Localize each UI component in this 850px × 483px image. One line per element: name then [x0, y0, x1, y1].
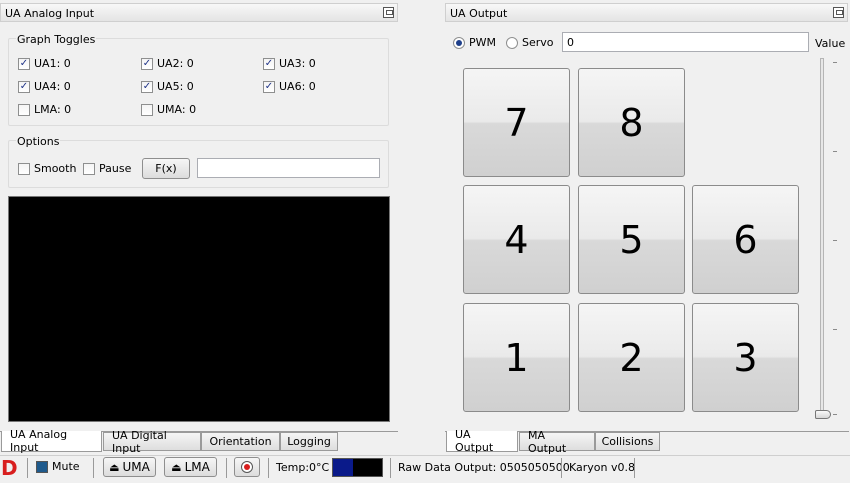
status-bar-divider [0, 455, 850, 456]
radio-icon [506, 36, 518, 49]
pwm-radio[interactable]: PWM [453, 36, 496, 49]
keypad-5-button[interactable]: 5 [578, 185, 685, 294]
pause-checkbox[interactable]: Pause [83, 162, 131, 175]
slider-tick [833, 151, 837, 152]
checkbox-icon: ✓ [263, 57, 275, 70]
ua6-toggle[interactable]: ✓ UA6: 0 [263, 80, 316, 93]
status-separator [634, 458, 635, 478]
checkbox-icon [18, 162, 30, 175]
checkbox-icon: ✓ [141, 80, 153, 93]
record-icon [241, 461, 253, 473]
temperature-label: Temp:0°C [276, 461, 330, 474]
keypad-6-button[interactable]: 6 [692, 185, 799, 294]
keypad-2-button[interactable]: 2 [578, 303, 685, 412]
lma-button[interactable]: ⏏ LMA [164, 457, 217, 477]
radio-selected-icon [453, 36, 465, 49]
ua4-toggle[interactable]: ✓ UA4: 0 [18, 80, 71, 93]
value-label: Value [815, 37, 846, 50]
dock-title-label: UA Output [450, 7, 508, 20]
record-button[interactable] [234, 457, 260, 477]
fx-input[interactable] [197, 158, 380, 178]
ua3-toggle[interactable]: ✓ UA3: 0 [263, 57, 316, 70]
mute-checkbox[interactable]: Mute [36, 460, 80, 473]
keypad-4-button[interactable]: 4 [463, 185, 570, 294]
dock-title-label: UA Analog Input [5, 7, 95, 20]
options-title: Options [16, 135, 61, 148]
slider-tick [833, 62, 837, 63]
temperature-bar [332, 458, 383, 477]
ua1-toggle[interactable]: ✓ UA1: 0 [18, 57, 71, 70]
raw-data-output: Raw Data Output: 0505050500 [398, 461, 570, 474]
ua-analog-input-dock-title[interactable]: UA Analog Input [0, 3, 398, 22]
checkbox-icon [36, 460, 48, 473]
graph-toggles-title: Graph Toggles [16, 33, 97, 46]
checkbox-icon [83, 162, 95, 175]
app-logo: D [1, 456, 18, 480]
slider-tick [833, 329, 837, 330]
checkbox-icon: ✓ [141, 57, 153, 70]
uma-toggle[interactable]: UMA: 0 [141, 103, 196, 116]
status-separator [561, 458, 562, 478]
tab-logging[interactable]: Logging [280, 432, 338, 451]
tab-ua-digital-input[interactable]: UA Digital Input [103, 429, 201, 455]
slider-tick [833, 414, 837, 415]
tab-ua-analog-input[interactable]: UA Analog Input [1, 428, 102, 454]
status-separator [226, 458, 227, 478]
checkbox-icon: ✓ [18, 57, 30, 70]
graph-area[interactable] [8, 196, 390, 422]
ua-output-dock-title[interactable]: UA Output [445, 3, 848, 22]
float-dock-icon[interactable] [383, 7, 394, 18]
fx-button[interactable]: F(x) [142, 158, 190, 179]
checkbox-icon: ✓ [18, 80, 30, 93]
tab-collisions[interactable]: Collisions [595, 432, 660, 451]
checkbox-icon: ✓ [263, 80, 275, 93]
status-separator [390, 458, 391, 478]
value-input[interactable] [562, 32, 809, 52]
servo-radio[interactable]: Servo [506, 36, 554, 49]
keypad-3-button[interactable]: 3 [692, 303, 799, 412]
status-separator [93, 458, 94, 478]
keypad-7-button[interactable]: 7 [463, 68, 570, 177]
status-separator [268, 458, 269, 478]
keypad-1-button[interactable]: 1 [463, 303, 570, 412]
tab-orientation[interactable]: Orientation [201, 432, 280, 451]
eject-icon: ⏏ [109, 460, 120, 474]
float-dock-icon[interactable] [833, 7, 844, 18]
ua2-toggle[interactable]: ✓ UA2: 0 [141, 57, 194, 70]
lma-toggle[interactable]: LMA: 0 [18, 103, 71, 116]
checkbox-icon [141, 103, 153, 116]
value-slider[interactable] [820, 58, 824, 418]
smooth-checkbox[interactable]: Smooth [18, 162, 76, 175]
ua5-toggle[interactable]: ✓ UA5: 0 [141, 80, 194, 93]
eject-icon: ⏏ [171, 460, 182, 474]
slider-handle[interactable] [815, 410, 831, 419]
slider-tick [833, 240, 837, 241]
tab-ua-output[interactable]: UA Output [446, 428, 518, 454]
version-label: Karyon v0.8 [569, 461, 635, 474]
uma-button[interactable]: ⏏ UMA [103, 457, 156, 477]
checkbox-icon [18, 103, 30, 116]
status-separator [27, 458, 28, 478]
tab-ma-output[interactable]: MA Output [519, 429, 595, 455]
keypad-8-button[interactable]: 8 [578, 68, 685, 177]
